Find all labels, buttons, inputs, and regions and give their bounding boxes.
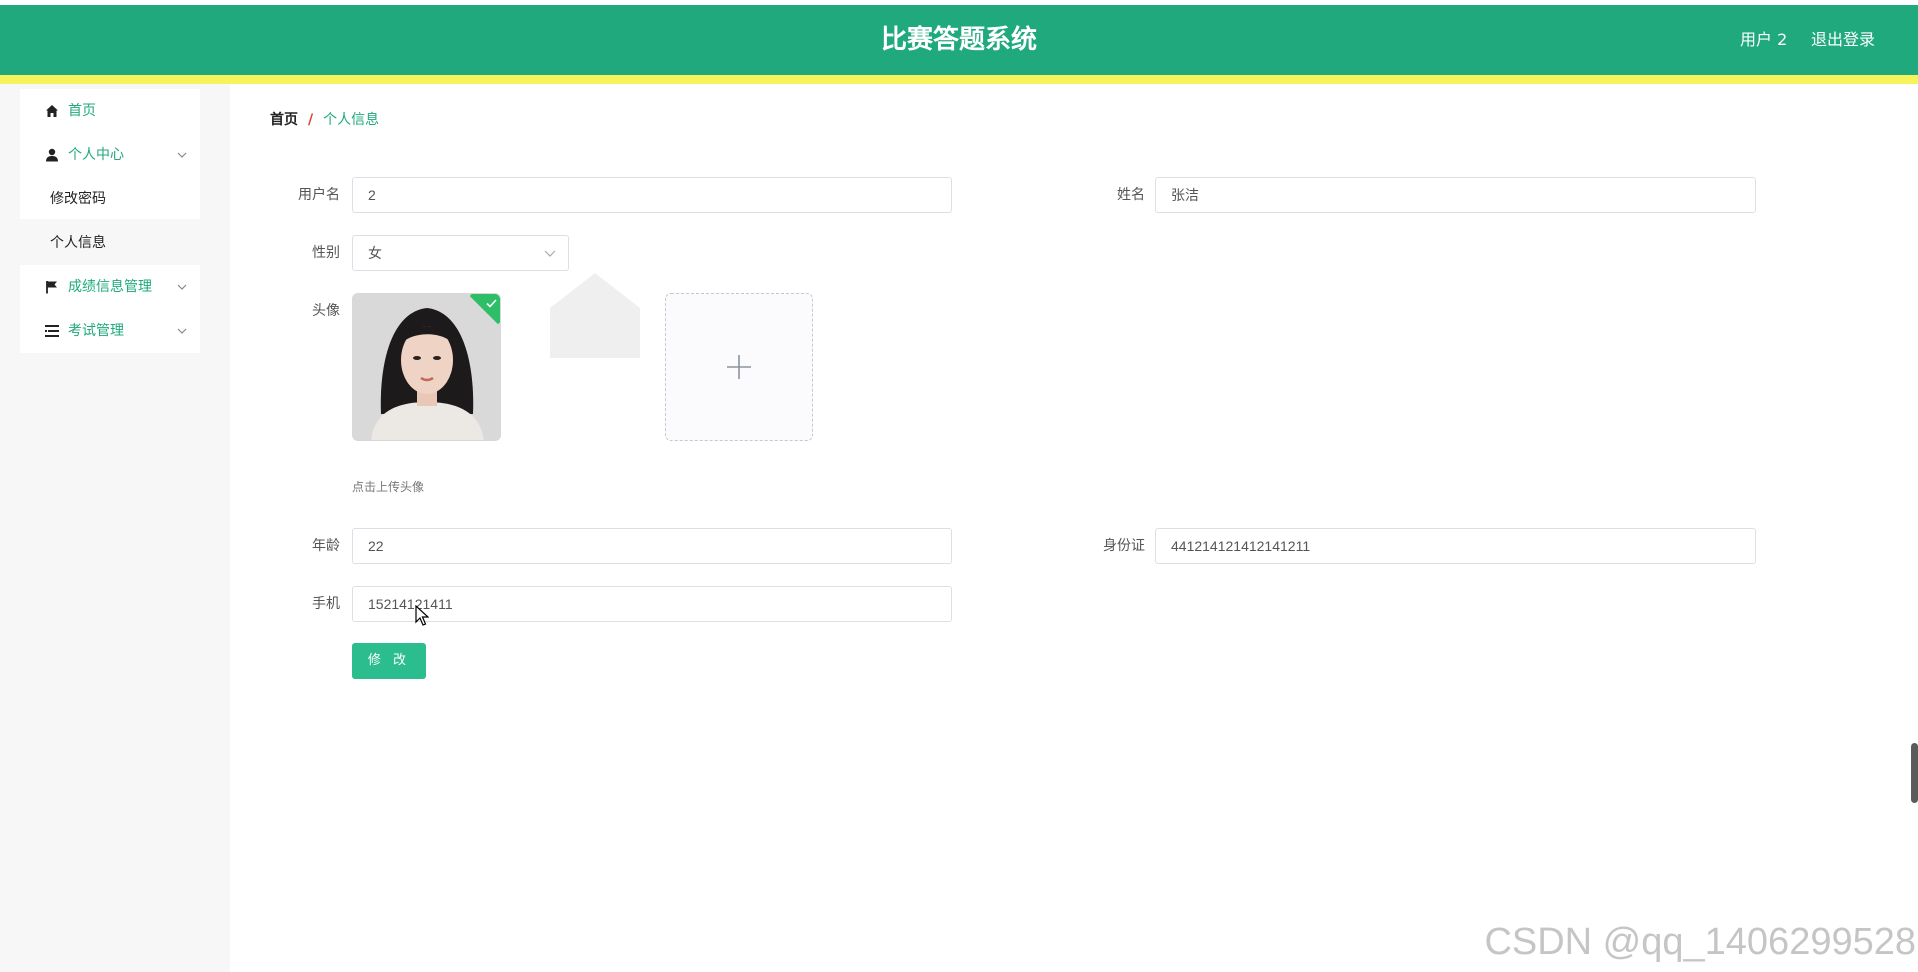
idcard-label: 身份证	[1103, 538, 1145, 554]
chevron-down-icon	[544, 236, 556, 270]
name-label: 姓名	[1117, 187, 1145, 203]
breadcrumb: 首页 / 个人信息	[270, 110, 379, 130]
sidebar-item-personal-center[interactable]: 个人中心	[20, 133, 200, 177]
sidebar-sub-change-password[interactable]: 修改密码	[20, 177, 200, 221]
sidebar-item-label: 考试管理	[68, 323, 124, 339]
menu-group-main: 首页 个人中心 修改密码	[20, 89, 200, 219]
faded-placeholder-icon	[540, 268, 650, 368]
sidebar-sub-personal-info[interactable]: 个人信息	[20, 221, 200, 265]
idcard-input[interactable]: 441214121412141211	[1155, 528, 1756, 564]
avatar-label: 头像	[312, 303, 340, 319]
watermark: CSDN @qq_1406299528	[1484, 921, 1916, 963]
portrait-photo	[353, 294, 500, 440]
app-title: 比赛答题系统	[880, 25, 1037, 55]
chevron-down-icon	[176, 133, 188, 177]
sidebar-item-home[interactable]: 首页	[20, 89, 200, 133]
list-icon	[44, 309, 60, 353]
sidebar-item-label: 成绩信息管理	[68, 279, 152, 295]
gender-select-value: 女	[368, 245, 382, 261]
flag-icon	[44, 265, 60, 309]
sidebar-item-exam-management[interactable]: 考试管理	[20, 309, 200, 353]
phone-input[interactable]: 15214121411	[352, 586, 952, 622]
breadcrumb-home[interactable]: 首页	[270, 112, 298, 128]
sidebar-item-label: 首页	[68, 103, 96, 119]
user-icon	[44, 133, 60, 177]
breadcrumb-current: 个人信息	[323, 112, 380, 128]
gender-select[interactable]: 女	[352, 235, 569, 271]
name-input[interactable]: 张洁	[1155, 177, 1756, 213]
chevron-down-icon	[176, 265, 188, 309]
sidebar-item-label: 个人中心	[68, 147, 124, 163]
plus-icon	[666, 294, 812, 440]
sidebar-item-score-management[interactable]: 成绩信息管理	[20, 265, 200, 309]
logout-link[interactable]: 退出登录	[1811, 5, 1875, 75]
top-bar-stripe	[0, 75, 1918, 84]
gender-label: 性别	[312, 245, 340, 261]
age-input[interactable]: 22	[352, 528, 952, 564]
check-icon	[484, 296, 498, 310]
phone-label: 手机	[312, 596, 340, 612]
current-user: 用户 2	[1740, 30, 1788, 49]
age-label: 年龄	[312, 538, 340, 554]
submit-button[interactable]: 修 改	[352, 643, 426, 679]
chevron-down-icon	[176, 309, 188, 353]
menu-group-management: 成绩信息管理 考试管理	[20, 265, 200, 353]
mouse-cursor-icon	[415, 604, 430, 627]
breadcrumb-separator: /	[308, 112, 314, 128]
avatar-upload-hint: 点击上传头像	[352, 480, 425, 494]
avatar-upload-button[interactable]	[665, 293, 813, 441]
username-label: 用户名	[298, 187, 340, 203]
home-icon	[44, 89, 60, 133]
scrollbar-thumb[interactable]	[1911, 743, 1918, 803]
username-input[interactable]: 2	[352, 177, 952, 213]
avatar-image[interactable]	[352, 293, 501, 441]
